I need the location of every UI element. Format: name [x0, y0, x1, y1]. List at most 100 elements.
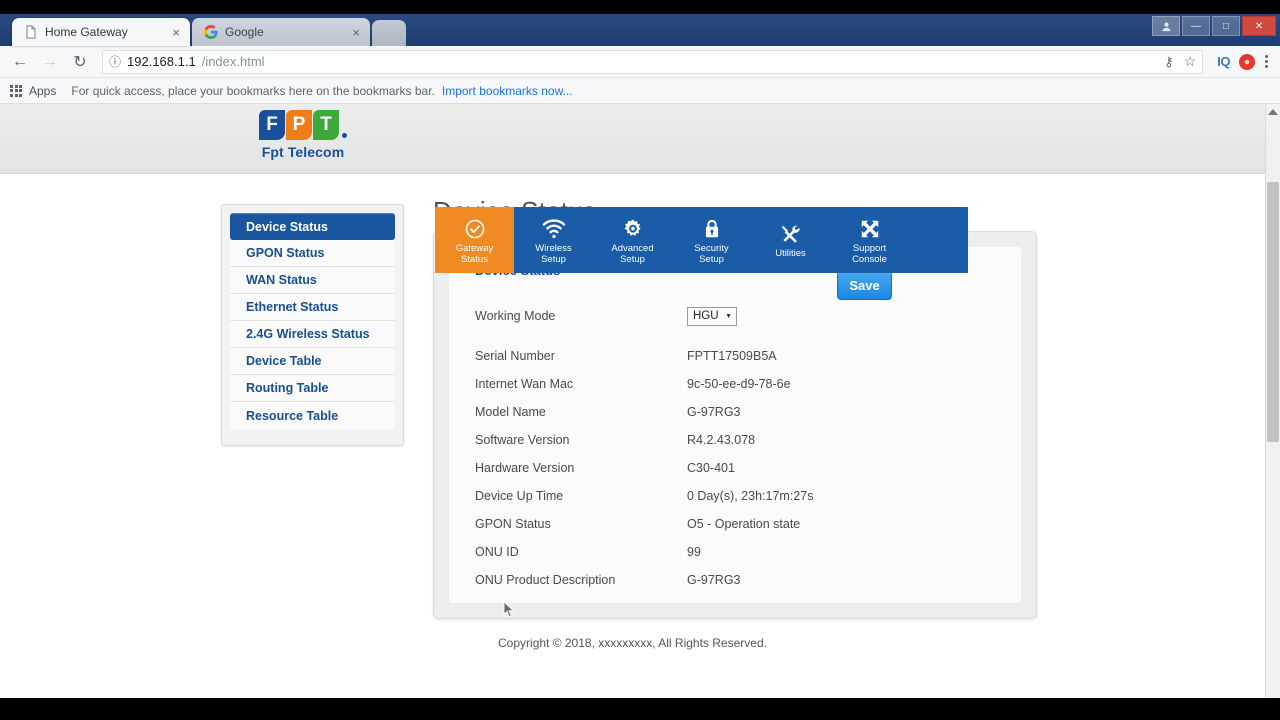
apps-grid-icon[interactable]: [10, 84, 22, 97]
sidebar-item-label: 2.4G Wireless Status: [246, 327, 370, 341]
page-viewport: F P T Fpt Telecom Gateway Status Wireles…: [0, 104, 1280, 698]
nav-label: Gateway Status: [455, 242, 494, 265]
working-mode-row: Working Mode HGU ▼ Save: [475, 271, 995, 336]
iq-extension-icon[interactable]: IQ: [1217, 54, 1230, 69]
nav-item-advanced-setup[interactable]: Advanced Setup: [593, 207, 672, 273]
table-row: GPON Status O5 - Operation state: [475, 510, 995, 538]
row-label: Internet Wan Mac: [475, 377, 574, 391]
sidebar-item-label: Ethernet Status: [246, 300, 339, 314]
page-scrollbar[interactable]: [1265, 104, 1280, 698]
tab-home-gateway[interactable]: Home Gateway ×: [12, 18, 190, 46]
bookmarks-hint: For quick access, place your bookmarks h…: [71, 83, 435, 98]
wifi-icon: [542, 218, 566, 240]
sidebar-item-label: GPON Status: [246, 246, 325, 260]
apps-label[interactable]: Apps: [29, 84, 56, 98]
browser-toolbar: ← → ↻ ⓘ 192.168.1.1/index.html ⚷ ☆ IQ: [0, 46, 1280, 78]
nav-label: Support Console: [852, 242, 887, 265]
sidebar-menu: Device Status GPON Status WAN Status Eth…: [221, 204, 404, 446]
nav-item-wireless-setup[interactable]: Wireless Setup: [514, 207, 593, 273]
tools-icon: [779, 223, 802, 245]
sidebar-item-device-table[interactable]: Device Table: [230, 348, 395, 375]
import-bookmarks-link[interactable]: Import bookmarks now...: [442, 84, 573, 98]
sidebar-item-label: Device Status: [246, 219, 328, 234]
forward-icon[interactable]: →: [38, 50, 62, 74]
nav-item-security-setup[interactable]: Security Setup: [672, 207, 751, 273]
nav-label: Security Setup: [694, 242, 729, 265]
logo-caption: Fpt Telecom: [261, 144, 345, 160]
row-value: G-97RG3: [687, 405, 741, 419]
letterbox-top: [0, 0, 1280, 14]
table-row: Serial Number FPTT17509B5A: [475, 342, 995, 370]
minimize-button[interactable]: —: [1182, 16, 1210, 36]
site-info-icon[interactable]: ⓘ: [109, 53, 121, 70]
top-navigation: Gateway Status Wireless Setup Advanced S…: [435, 207, 968, 273]
tab-close-icon[interactable]: ×: [352, 26, 360, 39]
sidebar-item-label: Resource Table: [246, 408, 339, 423]
mouse-cursor: [503, 601, 515, 618]
logo-letter-f: F: [259, 110, 285, 140]
sidebar-item-ethernet-status[interactable]: Ethernet Status: [230, 294, 395, 321]
scroll-up-arrow-icon[interactable]: [1268, 109, 1278, 115]
opera-extension-icon[interactable]: [1239, 53, 1255, 70]
sidebar-item-device-status[interactable]: Device Status: [230, 213, 395, 240]
password-key-icon[interactable]: ⚷: [1164, 54, 1174, 70]
logo-dot-icon: [342, 133, 347, 138]
chevron-down-icon: ▼: [725, 312, 732, 320]
nav-item-support-console[interactable]: Support Console: [830, 207, 909, 273]
row-value: G-97RG3: [687, 573, 741, 587]
tab-strip: Home Gateway × Google × — □ ✕: [0, 14, 1280, 46]
profile-icon[interactable]: [1152, 16, 1180, 36]
gear-icon: [622, 218, 644, 240]
sidebar-item-24g-wireless-status[interactable]: 2.4G Wireless Status: [230, 321, 395, 348]
logo-marks: F P T: [257, 110, 349, 140]
tab-google[interactable]: Google ×: [192, 18, 370, 46]
sidebar-item-label: Routing Table: [246, 381, 329, 395]
logo-letter-p: P: [286, 110, 312, 140]
row-label: ONU Product Description: [475, 573, 616, 587]
new-tab-button[interactable]: [372, 20, 406, 46]
nav-item-utilities[interactable]: Utilities: [751, 207, 830, 273]
sidebar-item-label: Device Table: [246, 354, 322, 368]
working-mode-label: Working Mode: [475, 309, 556, 323]
row-label: Software Version: [475, 433, 570, 447]
bookmarks-bar: Apps For quick access, place your bookma…: [0, 78, 1280, 104]
scrollbar-thumb[interactable]: [1267, 182, 1279, 442]
row-value: 9c-50-ee-d9-78-6e: [687, 377, 791, 391]
tab-title: Google: [225, 25, 264, 39]
row-label: GPON Status: [475, 517, 551, 531]
sidebar-item-label: WAN Status: [246, 273, 317, 287]
row-value: C30-401: [687, 461, 735, 475]
letterbox-bottom: [0, 698, 1280, 720]
sidebar-item-wan-status[interactable]: WAN Status: [230, 267, 395, 294]
working-mode-value: HGU: [693, 310, 719, 322]
lock-icon: [702, 218, 722, 240]
row-value: 0 Day(s), 23h:17m:27s: [687, 489, 814, 503]
row-label: Serial Number: [475, 349, 555, 363]
reload-icon[interactable]: ↻: [68, 50, 92, 74]
browser-menu-icon[interactable]: [1261, 55, 1272, 68]
site-header: F P T Fpt Telecom: [0, 104, 1265, 174]
page-icon: [26, 25, 36, 39]
sidebar-item-gpon-status[interactable]: GPON Status: [230, 240, 395, 267]
browser-window: Home Gateway × Google × — □ ✕ ← → ↻ ⓘ 19…: [0, 14, 1280, 698]
bookmark-star-icon[interactable]: ☆: [1184, 53, 1197, 70]
tab-close-icon[interactable]: ×: [172, 26, 180, 39]
url-host: 192.168.1.1: [127, 54, 196, 69]
fpt-logo: F P T Fpt Telecom: [257, 110, 349, 160]
save-button[interactable]: Save: [837, 271, 892, 300]
table-row: ONU ID 99: [475, 538, 995, 566]
close-window-button[interactable]: ✕: [1242, 16, 1276, 36]
address-bar[interactable]: ⓘ 192.168.1.1/index.html ⚷ ☆: [102, 49, 1204, 74]
row-label: Model Name: [475, 405, 546, 419]
nav-label: Advanced Setup: [611, 242, 654, 265]
check-circle-icon: [464, 218, 486, 240]
maximize-button[interactable]: □: [1212, 16, 1240, 36]
back-icon[interactable]: ←: [8, 50, 32, 74]
row-value: 99: [687, 545, 701, 559]
nav-item-gateway-status[interactable]: Gateway Status: [435, 207, 514, 273]
sidebar-item-resource-table[interactable]: Resource Table: [230, 402, 395, 429]
table-row: Device Up Time 0 Day(s), 23h:17m:27s: [475, 482, 995, 510]
nav-label: Wireless Setup: [535, 242, 572, 265]
working-mode-select[interactable]: HGU ▼: [687, 306, 737, 326]
sidebar-item-routing-table[interactable]: Routing Table: [230, 375, 395, 402]
